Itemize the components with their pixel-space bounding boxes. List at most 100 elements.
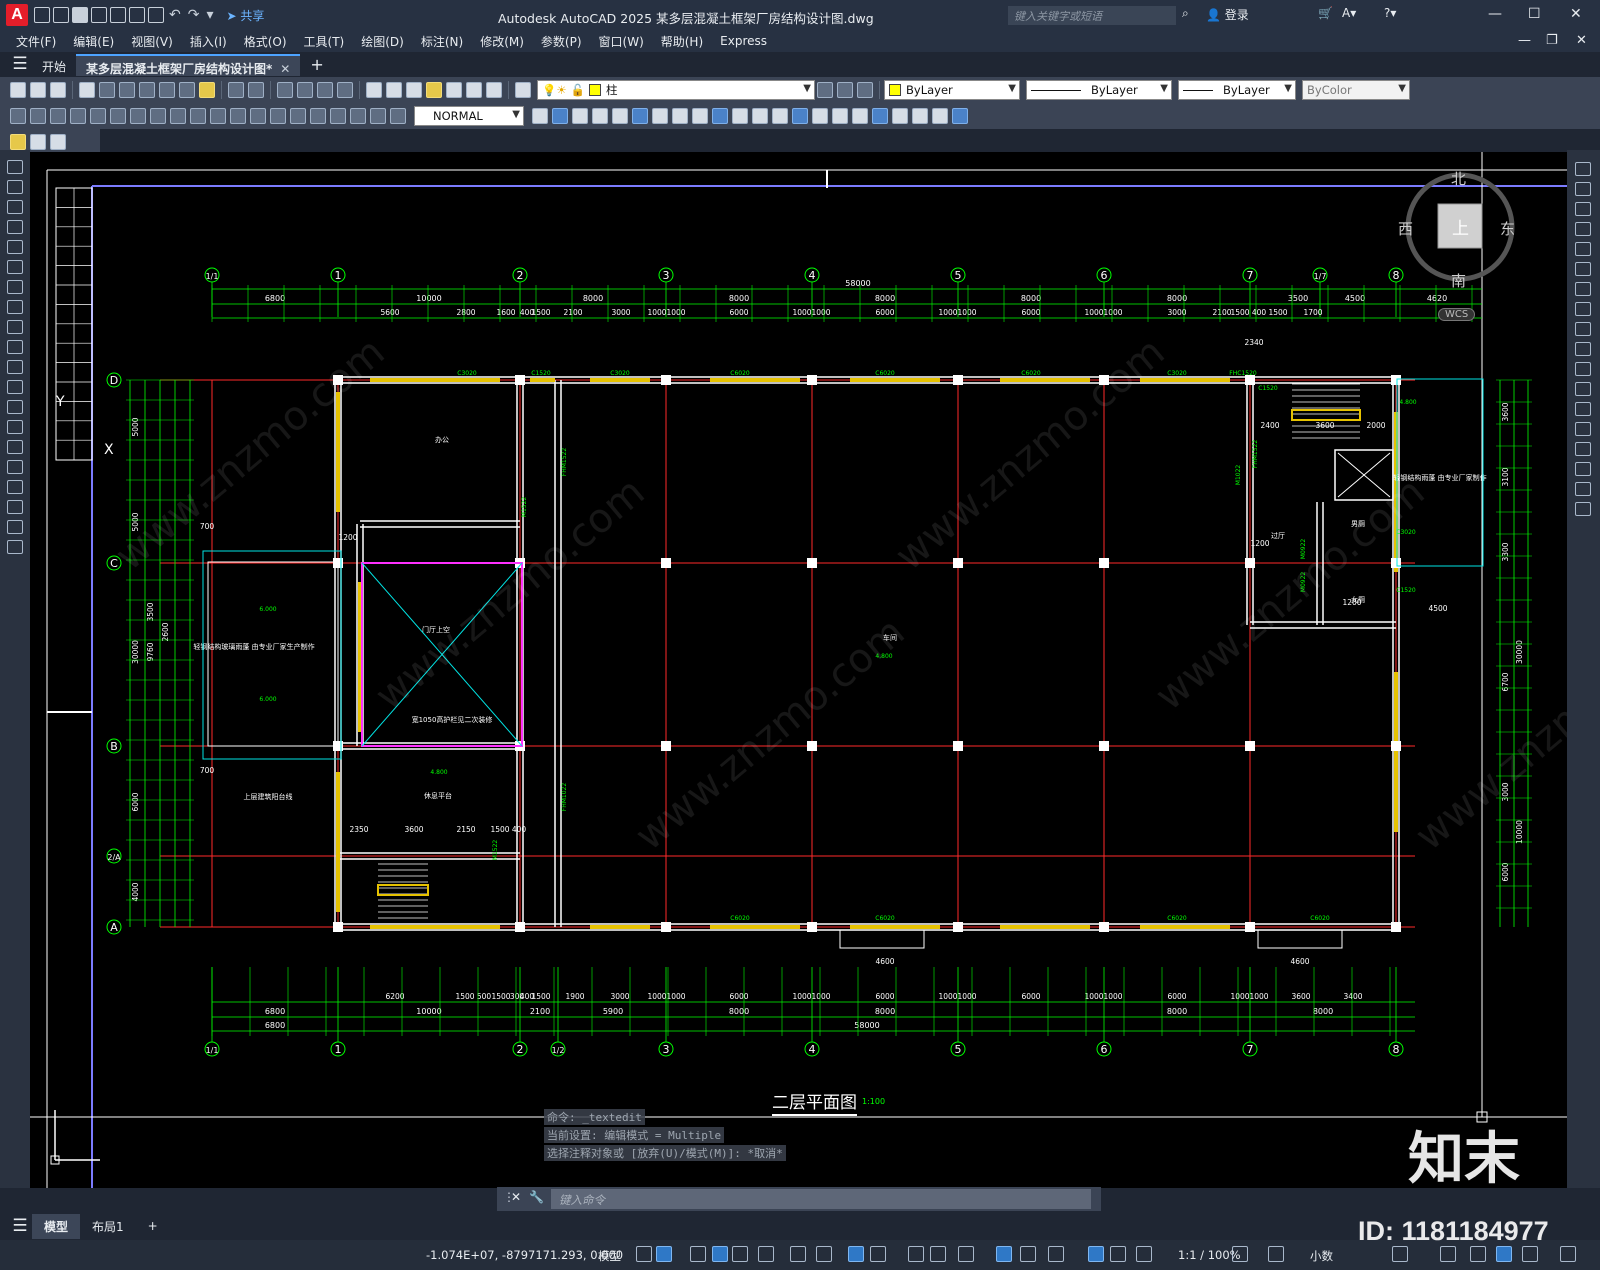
draw-tool-14-icon[interactable] xyxy=(7,440,23,454)
dim-space-icon[interactable] xyxy=(230,108,246,124)
modify-side-tool-12-icon[interactable] xyxy=(1575,402,1591,416)
modify-side-tool-0-icon[interactable] xyxy=(1575,162,1591,176)
preview-icon[interactable] xyxy=(99,82,115,98)
dim-baseline-icon[interactable] xyxy=(190,108,206,124)
zoom-realtime-icon[interactable] xyxy=(297,82,313,98)
wcs-badge[interactable]: WCS xyxy=(1438,308,1476,321)
modify-side-tool-2-icon[interactable] xyxy=(1575,202,1591,216)
command-input[interactable]: 键入命令 xyxy=(551,1189,1091,1209)
menu-item-11[interactable]: 帮助(H) xyxy=(653,33,712,50)
center-mark-icon[interactable] xyxy=(290,108,306,124)
viewcube-top[interactable]: 上 xyxy=(1452,214,1469,239)
dim-radius-icon[interactable] xyxy=(90,108,106,124)
draw-tool-10-icon[interactable] xyxy=(7,360,23,374)
annotation-visibility-icon[interactable] xyxy=(1088,1246,1104,1262)
coordinates-readout[interactable]: -1.074E+07, -8797171.293, 0.000 xyxy=(426,1248,623,1262)
undo-icon[interactable]: ↶ xyxy=(167,7,183,23)
plot-icon-tb[interactable] xyxy=(79,82,95,98)
block-edit-icon[interactable] xyxy=(10,134,26,150)
tab-drawing[interactable]: 某多层混凝土框架厂房结构设计图* ✕ xyxy=(76,54,301,76)
modify-side-tool-9-icon[interactable] xyxy=(1575,342,1591,356)
open-icon[interactable] xyxy=(30,82,46,98)
help-icon[interactable]: ?▾ xyxy=(1384,6,1396,20)
draw-tool-12-icon[interactable] xyxy=(7,400,23,414)
modify-tool-7-icon[interactable] xyxy=(672,108,688,124)
snap-icon[interactable] xyxy=(656,1246,672,1262)
new-file-icon[interactable] xyxy=(34,7,50,23)
quick-properties-icon[interactable] xyxy=(1392,1246,1408,1262)
new-tab-button[interactable]: + xyxy=(300,53,333,76)
modify-tool-15-icon[interactable] xyxy=(832,108,848,124)
dim-arc-icon[interactable] xyxy=(50,108,66,124)
object-track-icon[interactable] xyxy=(816,1246,832,1262)
dynamic-ucs-icon[interactable] xyxy=(996,1246,1012,1262)
command-customize-icon[interactable]: 🔧 xyxy=(529,1190,544,1204)
save-icon[interactable] xyxy=(72,7,88,23)
draw-tool-7-icon[interactable] xyxy=(7,300,23,314)
draw-tool-11-icon[interactable] xyxy=(7,380,23,394)
draw-tool-5-icon[interactable] xyxy=(7,260,23,274)
draw-tool-9-icon[interactable] xyxy=(7,340,23,354)
sheet-set-icon[interactable] xyxy=(426,82,442,98)
qat-dropdown-icon[interactable]: ▾ xyxy=(204,7,215,23)
draw-tool-1-icon[interactable] xyxy=(7,180,23,194)
save-icon-tb[interactable] xyxy=(50,82,66,98)
doc-minimize-icon[interactable]: — xyxy=(1518,33,1531,48)
modify-tool-14-icon[interactable] xyxy=(812,108,828,124)
clean-screen-icon[interactable] xyxy=(1522,1246,1538,1262)
autocad-logo-button[interactable]: A xyxy=(6,4,28,26)
viewcube-north[interactable]: 北 xyxy=(1451,168,1466,189)
infer-icon[interactable] xyxy=(690,1246,706,1262)
modify-tool-18-icon[interactable] xyxy=(892,108,908,124)
help-icon-tb[interactable] xyxy=(486,82,502,98)
search-input[interactable]: 键入关键字或短语 xyxy=(1008,6,1176,25)
dim-continue-icon[interactable] xyxy=(210,108,226,124)
layer-states-icon[interactable] xyxy=(857,82,873,98)
dim-linear-icon[interactable] xyxy=(10,108,26,124)
modify-side-tool-14-icon[interactable] xyxy=(1575,442,1591,456)
modify-side-tool-17-icon[interactable] xyxy=(1575,502,1591,516)
menu-item-4[interactable]: 格式(O) xyxy=(236,33,296,50)
graphics-performance-icon[interactable] xyxy=(1496,1246,1512,1262)
draw-tool-13-icon[interactable] xyxy=(7,420,23,434)
cut-icon[interactable] xyxy=(139,82,155,98)
calculator-icon[interactable] xyxy=(466,82,482,98)
menu-item-10[interactable]: 窗口(W) xyxy=(591,33,653,50)
menu-item-12[interactable]: Express xyxy=(712,34,776,48)
dim-update-icon[interactable] xyxy=(390,108,406,124)
tab-close-icon[interactable]: ✕ xyxy=(280,62,290,76)
modify-tool-1-icon[interactable] xyxy=(552,108,568,124)
draw-tool-2-icon[interactable] xyxy=(7,200,23,214)
isodraft-icon[interactable] xyxy=(790,1246,806,1262)
modify-tool-16-icon[interactable] xyxy=(852,108,868,124)
layer-properties-icon[interactable] xyxy=(515,82,531,98)
doc-restore-icon[interactable]: ❐ xyxy=(1546,33,1558,48)
3d-osnap-icon[interactable] xyxy=(958,1246,974,1262)
dim-edit-icon[interactable] xyxy=(350,108,366,124)
close-icon[interactable]: ✕ xyxy=(1570,6,1582,22)
draw-tool-0-icon[interactable] xyxy=(7,160,23,174)
search-icon[interactable]: ⌕ xyxy=(1182,6,1189,21)
annotation-monitor-icon[interactable] xyxy=(1268,1246,1284,1262)
draw-tool-6-icon[interactable] xyxy=(7,280,23,294)
modify-side-tool-1-icon[interactable] xyxy=(1575,182,1591,196)
modify-side-tool-4-icon[interactable] xyxy=(1575,242,1591,256)
paste-icon[interactable] xyxy=(179,82,195,98)
menu-item-7[interactable]: 标注(N) xyxy=(413,33,472,50)
jogged-linear-icon[interactable] xyxy=(330,108,346,124)
draw-tool-3-icon[interactable] xyxy=(7,220,23,234)
modify-tool-6-icon[interactable] xyxy=(652,108,668,124)
modify-side-tool-15-icon[interactable] xyxy=(1575,462,1591,476)
modify-tool-12-icon[interactable] xyxy=(772,108,788,124)
polar-icon[interactable] xyxy=(758,1246,774,1262)
share-button[interactable]: ➤ 共享 xyxy=(227,7,265,24)
modify-side-tool-8-icon[interactable] xyxy=(1575,322,1591,336)
draw-tool-19-icon[interactable] xyxy=(7,540,23,554)
command-close-icon[interactable]: ✕ xyxy=(511,1190,521,1204)
transparency-icon[interactable] xyxy=(908,1246,924,1262)
modify-side-tool-10-icon[interactable] xyxy=(1575,362,1591,376)
gizmo-icon[interactable] xyxy=(1048,1246,1064,1262)
minimize-icon[interactable]: — xyxy=(1488,6,1502,22)
open-file-icon[interactable] xyxy=(53,7,69,23)
menu-item-2[interactable]: 视图(V) xyxy=(123,33,182,50)
